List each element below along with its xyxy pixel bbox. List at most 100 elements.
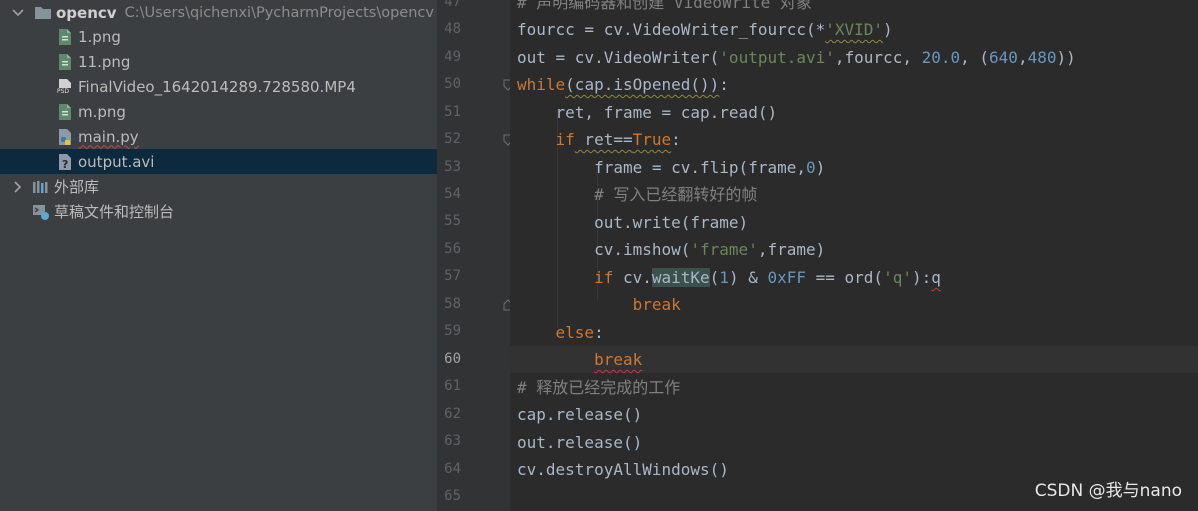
line-number-current: 60	[444, 351, 461, 367]
code-token: out.write(frame)	[517, 213, 749, 232]
video-icon-badge: PSD	[57, 87, 70, 95]
code-line: break	[517, 291, 681, 318]
code-token: ))	[1056, 48, 1076, 67]
code-line: out = cv.VideoWriter('output.avi',fourcc…	[517, 44, 1076, 71]
keyword-token: if	[594, 268, 614, 287]
code-line: cv.imshow('frame',frame)	[517, 236, 825, 263]
line-number: 58	[444, 296, 461, 312]
code-token: cv.destroyAllWindows()	[517, 460, 729, 479]
keyword-token: True	[632, 130, 672, 149]
code-editor[interactable]: # 声明编码器和创建 VideoWrite 对象 fourcc = cv.Vid…	[510, 0, 1198, 511]
image-file-icon	[56, 103, 74, 121]
file-label: m.png	[78, 102, 126, 121]
code-token: ret, frame = cap.read()	[517, 103, 778, 122]
file-label: main.py	[78, 127, 139, 146]
line-number: 56	[444, 241, 461, 257]
code-line: if cv.waitKe(1) & 0xFF == ord('q'):q	[517, 264, 941, 291]
keyword-token: while	[517, 75, 566, 94]
comment-text: # 释放已经完成的工作	[517, 378, 681, 397]
chevron-down-icon[interactable]	[10, 5, 26, 21]
project-tool-window: opencv C:\Users\qichenxi\PycharmProjects…	[0, 0, 437, 511]
string-token: 'frame'	[690, 240, 758, 259]
string-token: 'XVID'	[825, 20, 884, 39]
code-token: (cap.isOpened())	[565, 75, 720, 94]
image-file-icon	[56, 53, 74, 71]
folder-icon	[34, 4, 52, 22]
tree-root-opencv[interactable]: opencv C:\Users\qichenxi\PycharmProjects…	[0, 0, 437, 25]
comment-text: # 写入已经翻转好的帧	[517, 185, 758, 204]
line-number: 51	[444, 104, 461, 120]
tree-file-output-avi[interactable]: ? output.avi	[0, 149, 437, 174]
keyword-token: if	[555, 130, 575, 149]
code-token: cv.	[613, 268, 652, 287]
line-number: 59	[444, 323, 461, 339]
editor-gutter[interactable]: 47 48 49 50 51 52 53 54 55 56 57 58 59 6…	[437, 0, 513, 511]
tree-scratches[interactable]: 草稿文件和控制台	[0, 199, 437, 224]
python-file-icon	[56, 128, 74, 146]
number-token: 640	[989, 48, 1018, 67]
keyword-token: break	[632, 295, 681, 314]
code-line: ret, frame = cap.read()	[517, 99, 778, 126]
error-token: q	[931, 268, 941, 287]
code-token: cap.release()	[517, 405, 643, 424]
file-label: FinalVideo_1642014289.728580.MP4	[78, 77, 356, 96]
code-line: cap.release()	[517, 401, 642, 428]
line-number: 53	[444, 159, 461, 175]
code-token: , (	[960, 48, 990, 67]
line-number: 61	[444, 378, 461, 394]
code-token: ,	[1017, 48, 1028, 67]
tree-file-11-png[interactable]: 11.png	[0, 49, 437, 74]
external-libraries-label: 外部库	[54, 178, 100, 196]
number-token: 1	[719, 268, 729, 287]
code-token: ret==	[574, 130, 633, 149]
chevron-right-icon[interactable]	[10, 179, 26, 195]
code-token: frame = cv.flip(frame,	[517, 158, 806, 177]
svg-text:?: ?	[62, 158, 68, 171]
code-token: (	[709, 268, 720, 287]
comment-text: # 声明编码器和创建 VideoWrite 对象	[517, 0, 812, 12]
keyword-token: break	[594, 350, 643, 369]
code-token: out = cv.VideoWriter(	[517, 48, 720, 67]
code-line: else:	[517, 319, 604, 346]
project-root-name: opencv	[56, 3, 117, 22]
code-token: cv.imshow(	[517, 240, 691, 259]
line-number: 49	[444, 49, 461, 65]
code-line: out.write(frame)	[517, 209, 748, 236]
file-label: 1.png	[78, 27, 121, 46]
code-token: :	[594, 323, 604, 342]
code-token: )	[883, 20, 893, 39]
code-token: )	[815, 158, 826, 177]
code-token: ) &	[728, 268, 768, 287]
line-number: 63	[444, 433, 461, 449]
line-number: 52	[444, 131, 461, 147]
code-line: frame = cv.flip(frame,0)	[517, 154, 825, 181]
line-number: 64	[444, 461, 461, 477]
project-root-path: C:\Users\qichenxi\PycharmProjects\opencv	[124, 4, 434, 21]
code-line: # 释放已经完成的工作	[517, 374, 680, 401]
tree-file-finalvideo-mp4[interactable]: PSD FinalVideo_1642014289.728580.MP4	[0, 74, 437, 99]
scratches-icon	[32, 203, 50, 221]
code-token: fourcc = cv.VideoWriter_fourcc(*	[517, 20, 826, 39]
unknown-file-icon: ?	[56, 153, 74, 171]
code-token: :	[719, 75, 729, 94]
code-line: out.release()	[517, 429, 642, 456]
watermark-text: CSDN @我与nano	[1034, 481, 1182, 501]
keyword-token: else	[555, 323, 595, 342]
tree-file-main-py[interactable]: main.py	[0, 124, 437, 149]
code-token: ,frame)	[757, 240, 826, 259]
code-token: ,fourcc,	[834, 48, 922, 67]
code-token: ):	[911, 268, 932, 287]
code-line: cv.destroyAllWindows()	[517, 456, 729, 483]
string-token: 'q'	[883, 268, 912, 287]
code-token: out.release()	[517, 433, 643, 452]
tree-external-libraries[interactable]: 外部库	[0, 174, 437, 199]
tree-file-1-png[interactable]: 1.png	[0, 24, 437, 49]
library-icon	[32, 178, 50, 196]
tree-file-m-png[interactable]: m.png	[0, 99, 437, 124]
line-number: 47	[444, 0, 461, 10]
code-token: == ord(	[806, 268, 884, 287]
